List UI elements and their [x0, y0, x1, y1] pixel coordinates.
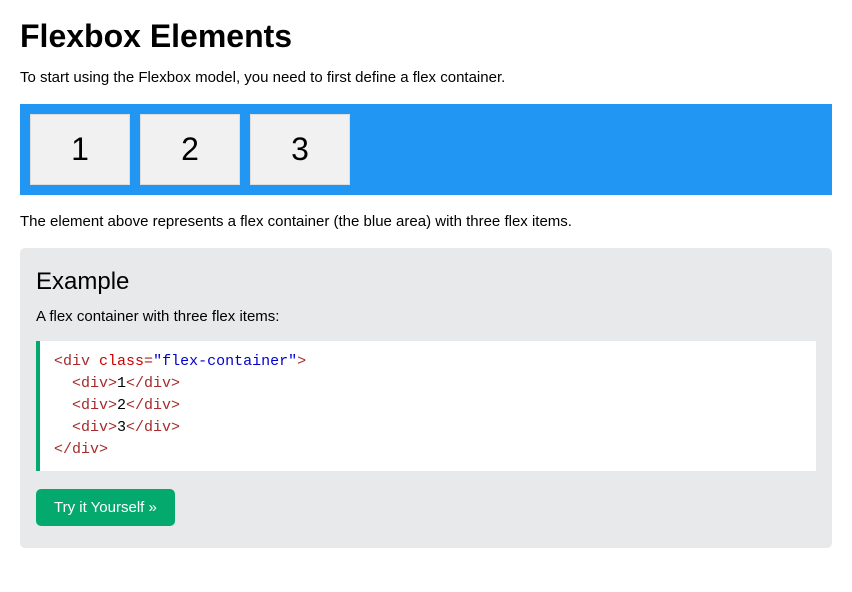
flex-container-demo: 1 2 3: [20, 104, 832, 195]
example-section: Example A flex container with three flex…: [20, 248, 832, 548]
intro-text: To start using the Flexbox model, you ne…: [20, 69, 832, 86]
example-title: Example: [36, 268, 816, 296]
example-subtitle: A flex container with three flex items:: [36, 308, 816, 325]
page-heading: Flexbox Elements: [20, 18, 832, 55]
flex-item: 3: [250, 114, 350, 185]
description-text: The element above represents a flex cont…: [20, 213, 832, 230]
flex-item: 2: [140, 114, 240, 185]
code-block: <div class="flex-container"> <div>1</div…: [36, 341, 816, 471]
flex-item: 1: [30, 114, 130, 185]
try-it-button[interactable]: Try it Yourself »: [36, 489, 175, 526]
